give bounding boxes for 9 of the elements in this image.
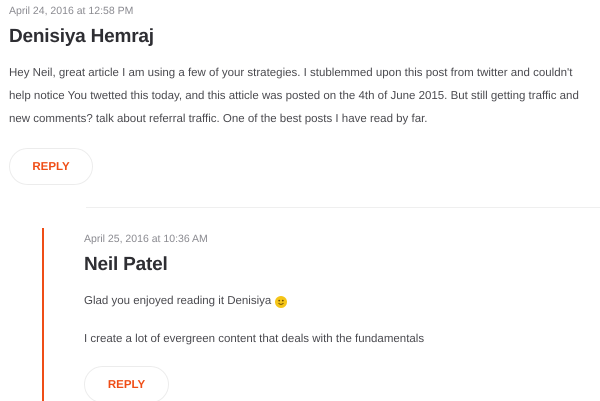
comment-text: I create a lot of evergreen content that deals with the fundamentals xyxy=(84,332,424,347)
comment-author: Denisiya Hemraj xyxy=(9,26,155,48)
reply-button[interactable]: REPLY xyxy=(84,366,169,401)
reply-button[interactable]: REPLY xyxy=(9,148,93,185)
comment-text: Hey Neil, great article I am using a few of your strategies. I stublemmed upon this post from twitter and couldn't help notice You twetted this today, and this atticle was posted on the 4th of June 2015. But still getting traffic and new comments? talk about referral traffic. One of the best posts I have read by far. xyxy=(9,66,580,127)
comment-text: Glad you enjoyed reading it Denisiya xyxy=(84,294,272,309)
comment-date: April 24, 2016 at 12:58 PM xyxy=(9,4,134,18)
comment-date: April 25, 2016 at 10:36 AM xyxy=(84,232,209,246)
comment-author: Neil Patel xyxy=(84,254,169,276)
